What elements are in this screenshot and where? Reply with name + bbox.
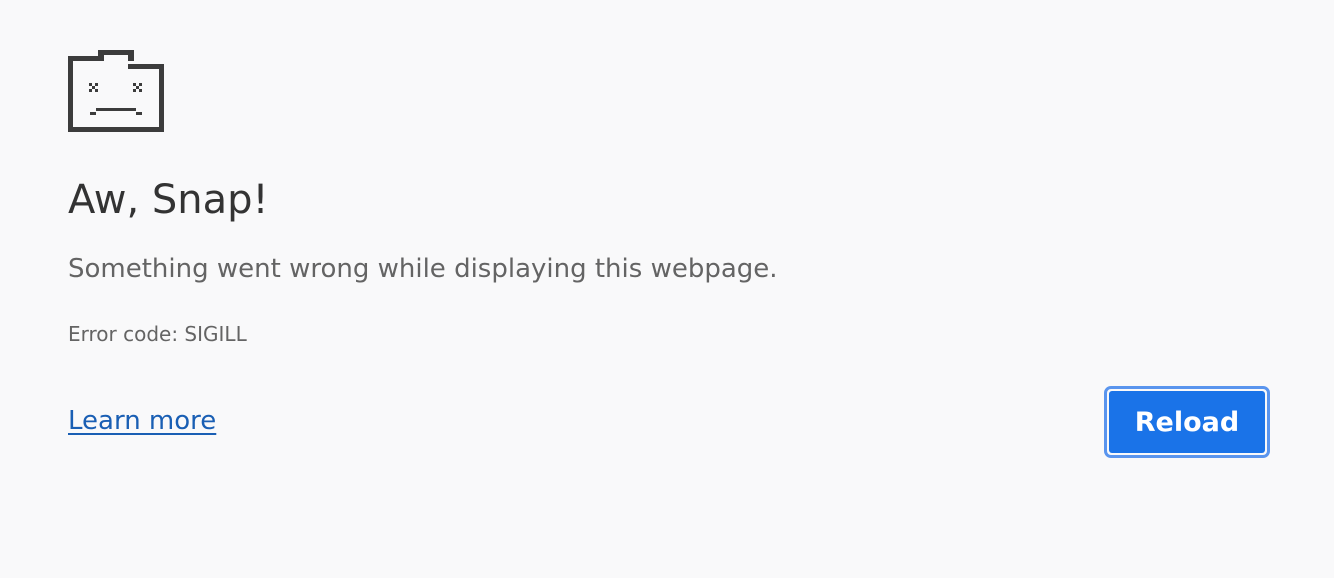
page-title: Aw, Snap! <box>68 177 269 223</box>
reload-button-label: Reload <box>1109 391 1265 453</box>
reload-button[interactable]: Reload <box>1104 386 1270 458</box>
sad-tab-icon <box>68 50 164 132</box>
learn-more-link[interactable]: Learn more <box>68 404 216 438</box>
error-code: Error code: SIGILL <box>68 322 247 346</box>
error-message: Something went wrong while displaying th… <box>68 254 778 284</box>
error-page: Aw, Snap! Something went wrong while dis… <box>0 0 1334 578</box>
